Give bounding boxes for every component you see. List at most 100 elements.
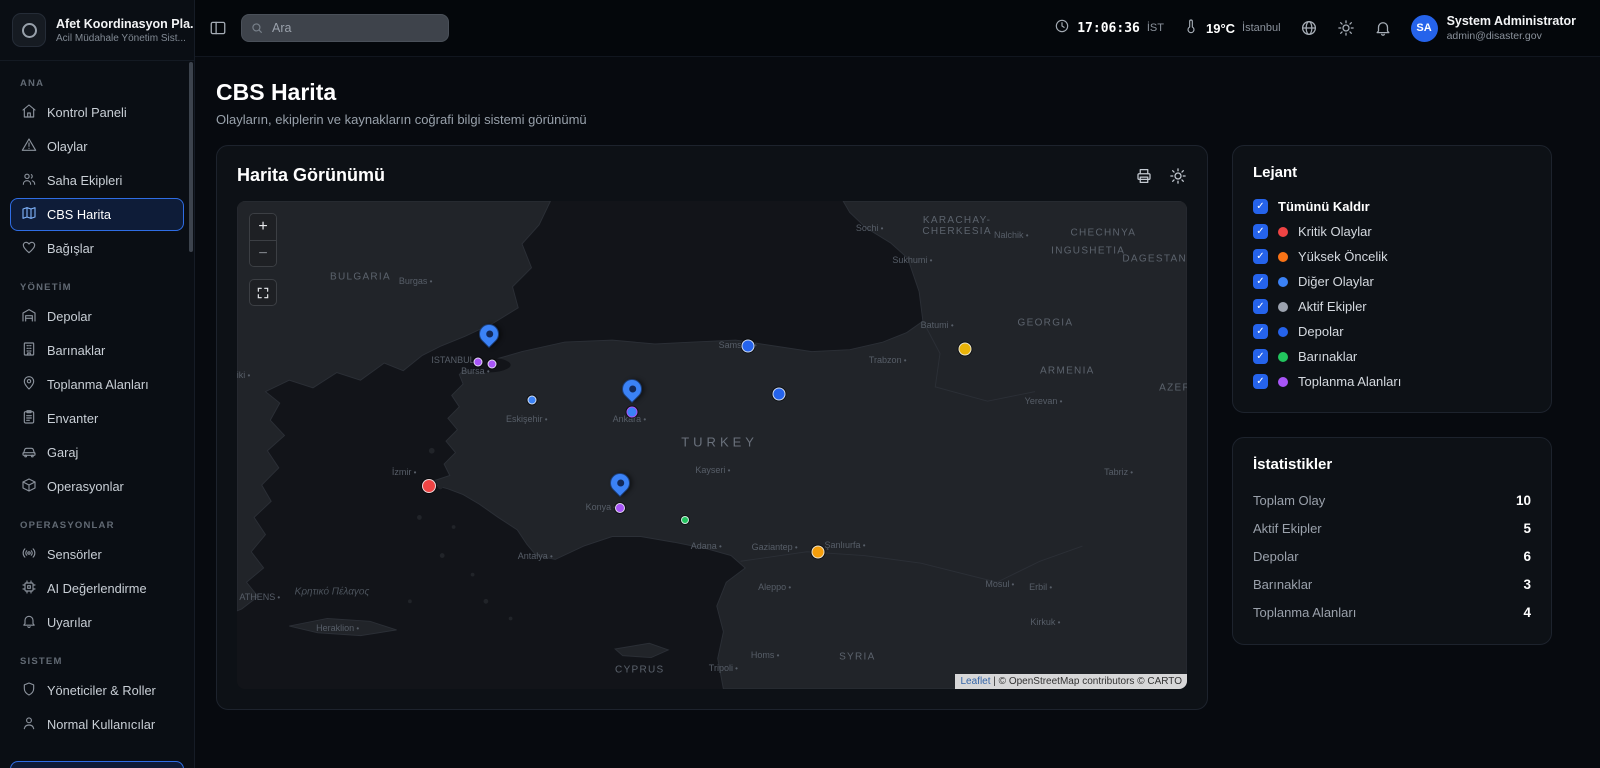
zoom-out-button[interactable]: − (250, 240, 276, 266)
avatar[interactable]: SA (1411, 15, 1438, 42)
app-logo (12, 13, 46, 47)
fullscreen-button[interactable] (249, 279, 277, 306)
legend-title: Lejant (1253, 164, 1531, 181)
legend-item-label: Depolar (1298, 324, 1344, 339)
basemap (237, 201, 1187, 689)
pin-istanbul[interactable] (478, 322, 500, 351)
map-card: Harita Görünümü (216, 145, 1208, 710)
legend-item-yuksek-oncelik[interactable]: Yüksek Öncelik (1253, 244, 1531, 269)
pin-konya[interactable] (609, 471, 631, 500)
legend-checkbox[interactable] (1253, 274, 1268, 289)
sidebar-item-saha-ekipleri[interactable]: Saha Ekipleri (10, 164, 184, 197)
sidebar-item-envanter[interactable]: Envanter (10, 402, 184, 435)
legend-item-diger-olaylar[interactable]: Diğer Olaylar (1253, 269, 1531, 294)
sidebar-scrollbar[interactable] (189, 62, 193, 252)
right-panel: Lejant Tümünü Kaldır Kritik Olaylar (1232, 145, 1552, 645)
legend-checkbox[interactable] (1253, 224, 1268, 239)
pin-ankara[interactable] (621, 377, 643, 406)
sidebar-item-label: Garaj (47, 445, 78, 460)
dot-blue-central-east[interactable] (773, 388, 786, 401)
time-value: 17:06:36 (1077, 21, 1140, 36)
sidebar-item-ai-degerlendirme[interactable]: AI Değerlendirme (10, 572, 184, 605)
zoom-control: + − (249, 213, 277, 267)
section-label-ana: ANA (20, 78, 174, 89)
legend-item-label: Barınaklar (1298, 349, 1357, 364)
sidebar-item-label: Olaylar (47, 139, 88, 154)
stat-row-toplam-olay: Toplam Olay 10 (1253, 486, 1531, 514)
legend-toggle-all[interactable]: Tümünü Kaldır (1253, 194, 1531, 219)
dot-green-south[interactable] (681, 516, 689, 524)
heart-icon (21, 239, 37, 258)
notifications-button[interactable] (1374, 19, 1392, 37)
sidebar-item-partial[interactable] (10, 761, 184, 768)
sidebar-item-operasyonlar[interactable]: Operasyonlar (10, 470, 184, 503)
fullscreen-icon (256, 286, 270, 300)
search-input[interactable] (241, 14, 449, 42)
language-button[interactable] (1300, 19, 1318, 37)
dot-purple-istanbul-east[interactable] (487, 359, 496, 368)
sidebar-item-sensorler[interactable]: Sensörler (10, 538, 184, 571)
legend-checkbox[interactable] (1253, 349, 1268, 364)
sidebar-item-normal-kullanicilar[interactable]: Normal Kullanıcılar (10, 708, 184, 741)
legend-item-toplanma-alanlari[interactable]: Toplanma Alanları (1253, 369, 1531, 394)
bell-icon (21, 613, 37, 632)
leaflet-link[interactable]: Leaflet (960, 676, 990, 687)
app-brand: Afet Koordinasyon Pla... Acil Müdahale Y… (0, 0, 194, 61)
sidebar-item-uyarilar[interactable]: Uyarılar (10, 606, 184, 639)
legend-item-barinaklar[interactable]: Barınaklar (1253, 344, 1531, 369)
user-menu[interactable]: SA System Administrator admin@disaster.g… (1411, 14, 1576, 42)
legend-checkbox[interactable] (1253, 199, 1268, 214)
theme-toggle-button[interactable] (1337, 19, 1355, 37)
topbar-right: 17:06:36 İST 19°C İstanbul (1054, 14, 1576, 42)
dot-orange-gaziantep[interactable] (812, 546, 825, 559)
sidebar-toggle-button[interactable] (209, 19, 227, 37)
print-map-button[interactable] (1135, 167, 1153, 185)
sidebar-item-label: Uyarılar (47, 615, 92, 630)
stat-value: 3 (1523, 577, 1531, 592)
statistics-title: İstatistikler (1253, 456, 1531, 473)
sidebar-item-olaylar[interactable]: Olaylar (10, 130, 184, 163)
sidebar-item-garaj[interactable]: Garaj (10, 436, 184, 469)
map-theme-button[interactable] (1169, 167, 1187, 185)
legend-dot (1278, 352, 1288, 362)
legend-checkbox[interactable] (1253, 374, 1268, 389)
clock-icon (1054, 18, 1070, 39)
sidebar-item-toplanma-alanlari[interactable]: Toplanma Alanları (10, 368, 184, 401)
app-subtitle: Acil Müdahale Yönetim Sist... (56, 33, 195, 44)
user-icon (21, 715, 37, 734)
sidebar-item-label: Kontrol Paneli (47, 105, 127, 120)
zoom-in-button[interactable]: + (250, 214, 276, 240)
page-title: CBS Harita (216, 79, 1552, 106)
stat-label: Aktif Ekipler (1253, 521, 1322, 536)
section-label-yonetim: YÖNETİM (20, 282, 174, 293)
sidebar-item-label: Saha Ekipleri (47, 173, 122, 188)
map-icon (21, 205, 37, 224)
dot-blue-eskisehir[interactable] (527, 395, 536, 404)
dot-red-izmir[interactable] (422, 479, 436, 493)
map-card-title: Harita Görünümü (237, 165, 385, 186)
sidebar-item-label: Toplanma Alanları (47, 377, 149, 392)
sidebar-item-yoneticiler-roller[interactable]: Yöneticiler & Roller (10, 674, 184, 707)
sidebar-item-depolar[interactable]: Depolar (10, 300, 184, 333)
sidebar-item-bagislar[interactable]: Bağışlar (10, 232, 184, 265)
legend-dot (1278, 302, 1288, 312)
sidebar-item-barinaklar[interactable]: Barınaklar (10, 334, 184, 367)
dot-amber-northeast[interactable] (958, 343, 971, 356)
dot-purple-istanbul-west[interactable] (474, 357, 483, 366)
dot-blue-purple-ankara[interactable] (627, 406, 638, 417)
legend-checkbox[interactable] (1253, 299, 1268, 314)
dot-blue-samsun[interactable] (742, 340, 755, 353)
sidebar-item-cbs-harita[interactable]: CBS Harita (10, 198, 184, 231)
dot-purple-konya[interactable] (615, 503, 625, 513)
search-icon (250, 21, 264, 35)
legend-item-label: Toplanma Alanları (1298, 374, 1401, 389)
legend-item-kritik-olaylar[interactable]: Kritik Olaylar (1253, 219, 1531, 244)
legend-item-depolar[interactable]: Depolar (1253, 319, 1531, 344)
legend-checkbox[interactable] (1253, 324, 1268, 339)
map-canvas[interactable]: BULGARIAKARACHAY- CHERKESIACHECHNYAINGUS… (237, 201, 1187, 689)
legend-item-label: Diğer Olaylar (1298, 274, 1374, 289)
legend-checkbox[interactable] (1253, 249, 1268, 264)
sidebar-item-kontrol-paneli[interactable]: Kontrol Paneli (10, 96, 184, 129)
legend-item-aktif-ekipler[interactable]: Aktif Ekipler (1253, 294, 1531, 319)
stat-label: Barınaklar (1253, 577, 1312, 592)
